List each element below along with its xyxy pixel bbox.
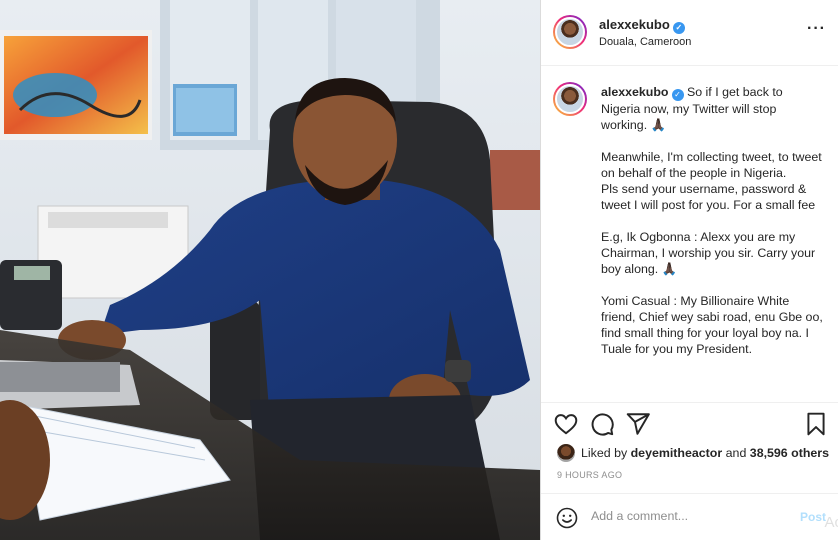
caption-text: alexxekubo ✓ So if I get back to Nigeria …: [601, 84, 823, 357]
username-text[interactable]: alexxekubo: [599, 17, 670, 32]
likes-prefix: Liked by: [581, 446, 628, 460]
caption-paragraph: Pls send your username, password & tweet…: [601, 182, 816, 212]
comment-bar: Post Ac: [541, 493, 838, 540]
post-photo[interactable]: [0, 0, 540, 540]
post-comment-button[interactable]: Post: [800, 510, 826, 524]
caption-avatar[interactable]: [553, 82, 587, 116]
bookmark-icon[interactable]: [803, 411, 829, 437]
more-options-icon[interactable]: ···: [807, 21, 826, 37]
post-timestamp[interactable]: 9 HOURS AGO: [557, 470, 622, 480]
emoji-icon[interactable]: [555, 506, 579, 535]
verified-badge-icon: ✓: [671, 89, 684, 101]
comment-input[interactable]: [591, 509, 791, 523]
post-header: alexxekubo ✓ Douala, Cameroon ···: [541, 0, 838, 66]
action-bar: [541, 402, 838, 442]
likes-count[interactable]: 38,596 others: [750, 446, 829, 460]
location-link[interactable]: Douala, Cameroon: [599, 36, 691, 48]
overlay-watermark-text: Ac: [824, 514, 838, 531]
liker-avatar[interactable]: [557, 444, 575, 462]
username-link[interactable]: alexxekubo ✓: [599, 17, 685, 34]
caption-paragraph: E.g, Ik Ogbonna : Alexx you are my Chair…: [601, 230, 816, 276]
caption-paragraph: Meanwhile, I'm collecting tweet, to twee…: [601, 150, 822, 180]
verified-badge-icon: ✓: [672, 22, 685, 34]
likes-summary[interactable]: Liked by deyemitheactor and 38,596 other…: [541, 442, 838, 464]
liker-username[interactable]: deyemitheactor: [631, 446, 723, 460]
comment-icon[interactable]: [589, 411, 615, 437]
post-sidebar: alexxekubo ✓ Douala, Cameroon ··· alexxek…: [540, 0, 838, 540]
caption-username[interactable]: alexxekubo: [601, 85, 669, 99]
likes-connector: and: [725, 446, 747, 460]
photo-illustration: [0, 0, 540, 540]
caption-paragraph: Yomi Casual : My Billionaire White frien…: [601, 294, 823, 356]
caption-scroll-area[interactable]: alexxekubo ✓ So if I get back to Nigeria …: [541, 66, 838, 402]
avatar[interactable]: [553, 15, 587, 49]
share-icon[interactable]: [625, 411, 651, 437]
heart-icon[interactable]: [553, 411, 579, 437]
